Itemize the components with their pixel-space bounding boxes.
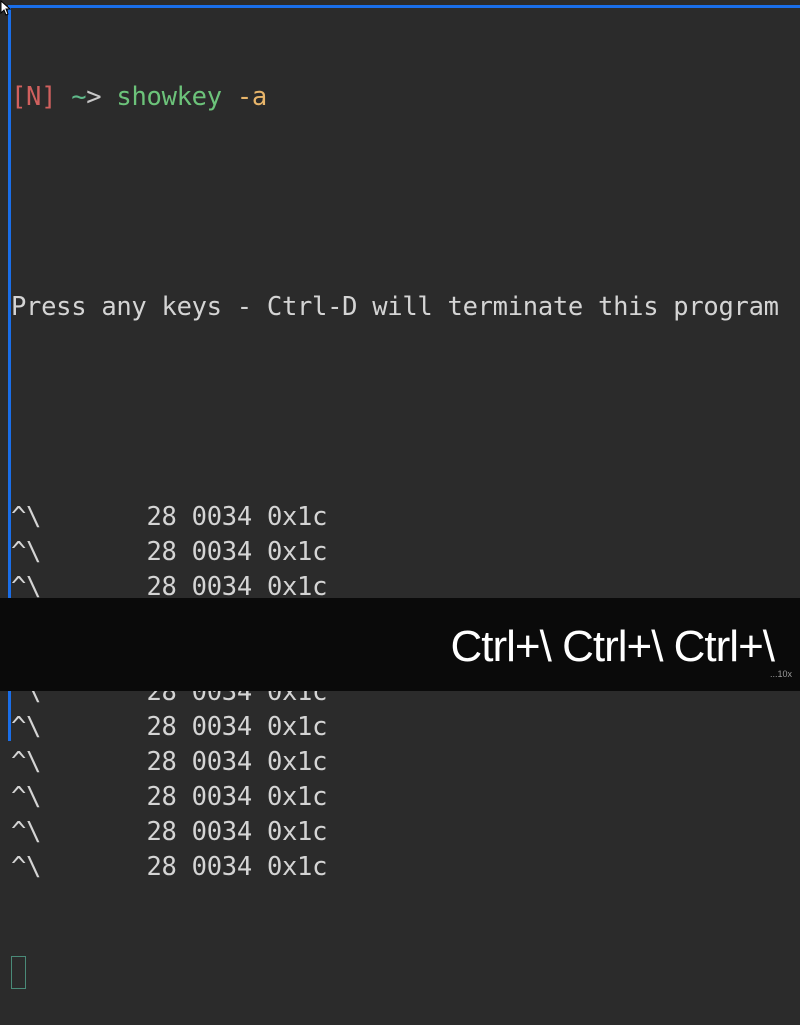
keycode-row: ^\ 28 0034 0x1c	[11, 535, 800, 570]
keystroke-text: Ctrl+\ Ctrl+\ Ctrl+\	[450, 622, 775, 671]
keystroke-repeat-count: ...10x	[769, 669, 792, 679]
keycode-row: ^\ 28 0034 0x1c	[11, 850, 800, 885]
terminal-output[interactable]: [N] ~> showkey -a Press any keys - Ctrl-…	[11, 10, 800, 1025]
terminal-cursor	[11, 956, 26, 989]
key-sequence: ^\	[11, 817, 42, 847]
keycode-row: ^\ 28 0034 0x1c	[11, 780, 800, 815]
octal-code: 0034	[191, 747, 253, 777]
keycode-row: ^\ 28 0034 0x1c	[11, 745, 800, 780]
decimal-code: 28	[146, 537, 177, 567]
octal-code: 0034	[191, 712, 253, 742]
decimal-code: 28	[146, 747, 177, 777]
key-sequence: ^\	[11, 852, 42, 882]
keycode-row: ^\ 28 0034 0x1c	[11, 710, 800, 745]
decimal-code: 28	[146, 782, 177, 812]
prompt-arrow: >	[86, 82, 102, 112]
key-sequence: ^\	[11, 502, 42, 532]
hex-code: 0x1c	[266, 747, 328, 777]
octal-code: 0034	[191, 817, 253, 847]
decimal-code: 28	[146, 712, 177, 742]
hex-code: 0x1c	[266, 817, 328, 847]
key-sequence: ^\	[11, 747, 42, 777]
keycode-rows: ^\ 28 0034 0x1c ^\ 28 0034 0x1c ^\ 28 0034…	[11, 500, 800, 885]
keystroke-overlay: Ctrl+\ Ctrl+\ Ctrl+\ ...10x	[0, 598, 800, 691]
showkey-message: Press any keys - Ctrl-D will terminate t…	[11, 292, 779, 322]
input-line[interactable]	[11, 955, 800, 990]
hex-code: 0x1c	[266, 852, 328, 882]
decimal-code: 28	[146, 852, 177, 882]
command-name: showkey	[116, 82, 222, 112]
hex-code: 0x1c	[266, 712, 328, 742]
key-sequence: ^\	[11, 537, 42, 567]
octal-code: 0034	[191, 782, 253, 812]
octal-code: 0034	[191, 537, 253, 567]
hex-code: 0x1c	[266, 502, 328, 532]
focused-pane-border-top	[8, 5, 800, 8]
key-sequence: ^\	[11, 782, 42, 812]
octal-code: 0034	[191, 502, 253, 532]
decimal-code: 28	[146, 502, 177, 532]
keycode-row: ^\ 28 0034 0x1c	[11, 815, 800, 850]
prompt-line: [N] ~> showkey -a	[11, 80, 800, 115]
prompt-path: ~	[71, 82, 87, 112]
hex-code: 0x1c	[266, 782, 328, 812]
keycode-row: ^\ 28 0034 0x1c	[11, 500, 800, 535]
command-argument: -a	[236, 82, 267, 112]
hex-code: 0x1c	[266, 537, 328, 567]
octal-code: 0034	[191, 852, 253, 882]
key-sequence: ^\	[11, 712, 42, 742]
vi-mode-indicator: [N]	[11, 82, 57, 112]
decimal-code: 28	[146, 817, 177, 847]
